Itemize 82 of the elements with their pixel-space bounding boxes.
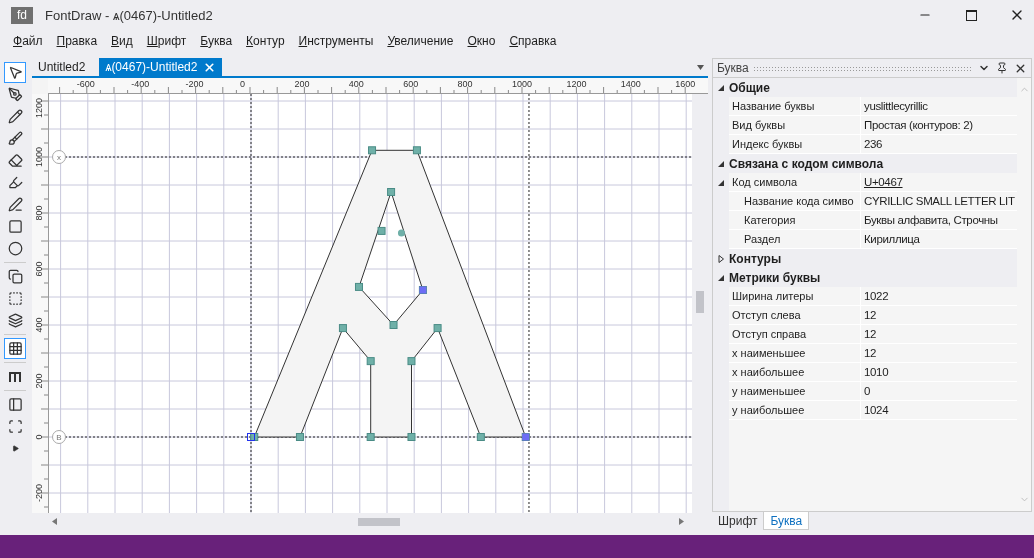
menu-item[interactable]: Правка [49,32,105,50]
property-link[interactable]: U+0467 [861,173,1017,192]
property-value: 12 [861,325,1017,344]
property-value: yuslittlecyrillic [861,97,1017,116]
category-title: Общие [729,80,770,95]
scroll-left-icon[interactable] [52,518,57,525]
more-triangle-icon[interactable] [11,445,19,452]
menu-item[interactable]: Увеличение [380,32,461,50]
menu-item[interactable]: Окно [460,32,503,50]
panel-tab[interactable]: Буква [763,512,810,530]
property-name: Категория [729,211,861,230]
ruler-label: 200 [34,372,44,391]
glyph-outline-drawing[interactable] [247,146,530,441]
scroll-thumb[interactable] [358,518,400,526]
collapsed-triangle-icon[interactable] [717,254,725,263]
menu-item[interactable]: Контур [239,32,292,50]
app-icon: fd [11,6,33,24]
property-value: 1024 [861,401,1017,420]
ruler-label: 600 [403,79,419,89]
menu-item[interactable]: Справка [502,32,564,50]
ruler-label: -600 [76,79,95,89]
ruler-label: 1400 [620,79,641,89]
panel-title: Буква [717,61,749,75]
window-title: FontDraw - ѧ(0467)-Untitled2 [45,7,214,23]
glyph-canvas[interactable]: x B [49,94,692,513]
expanded-triangle-icon[interactable] [717,83,725,92]
menu-item[interactable]: Вид [104,32,140,50]
pin-icon[interactable] [995,61,1009,75]
ruler-label: 1000 [34,146,44,168]
property-value: 1010 [861,363,1017,382]
menu-item[interactable]: Шрифт [139,32,194,50]
document-tab[interactable]: Untitled2 [32,58,92,76]
ruler-label: 200 [294,79,310,89]
property-name: y наибольшее [729,401,861,420]
tab-list-arrow-icon[interactable] [697,64,704,70]
ruler-label: 1200 [566,79,587,89]
property-name: Код символа [729,173,861,192]
property-value: Буквы алфавита, Строчны [861,211,1017,230]
property-name: x наибольшее [729,363,861,382]
scroll-right-icon[interactable] [679,518,684,525]
ruler-label: 1600 [675,79,696,89]
category-title: Контуры [729,251,782,266]
ruler-label: 400 [34,316,44,335]
expanded-triangle-icon[interactable] [717,178,725,187]
panel-tab[interactable]: Шрифт [712,512,764,530]
expanded-triangle-icon[interactable] [717,273,725,282]
property-value: CYRILLIC SMALL LETTER LIT [861,192,1017,211]
ruler-label: 1200 [34,97,44,119]
ruler-label: 1000 [512,79,533,89]
expanded-triangle-icon[interactable] [717,159,725,168]
property-name: Название буквы [729,97,861,116]
ruler-label: 400 [348,79,364,89]
property-value: 12 [861,306,1017,325]
category-title: Метрики буквы [729,270,821,285]
menu-item[interactable]: Инструменты [291,32,381,50]
ruler-label: 0 [240,79,245,89]
property-value: Простая (контуров: 2) [861,116,1017,135]
property-name: Отступ слева [729,306,861,325]
ruler-label: 800 [34,204,44,223]
ruler-label: 0 [34,433,44,442]
category-title: Связана с кодом символа [729,156,884,171]
property-value: 1022 [861,287,1017,306]
ruler-label: -200 [34,483,44,504]
ruler-label: -400 [131,79,150,89]
ruler-label: -200 [185,79,204,89]
guide-label: B [52,430,66,444]
scroll-thumb[interactable] [696,291,704,313]
document-tab[interactable]: ѧ(0467)-Untitled2 [99,58,223,76]
property-name: y наименьшее [729,382,861,401]
property-value: 12 [861,344,1017,363]
property-name: Ширина литеры [729,287,861,306]
guide-label: x [52,150,66,164]
ruler-label: 600 [34,260,44,279]
property-name: Вид буквы [729,116,861,135]
ruler-label: 800 [457,79,473,89]
property-value: 0 [861,382,1017,401]
property-name: Отступ справа [729,325,861,344]
menu-item[interactable]: Файл [6,32,50,50]
property-name: x наименьшее [729,344,861,363]
menu-item[interactable]: Буква [193,32,240,50]
property-name: Название кода симво [729,192,861,211]
maximize-icon[interactable] [965,9,977,21]
